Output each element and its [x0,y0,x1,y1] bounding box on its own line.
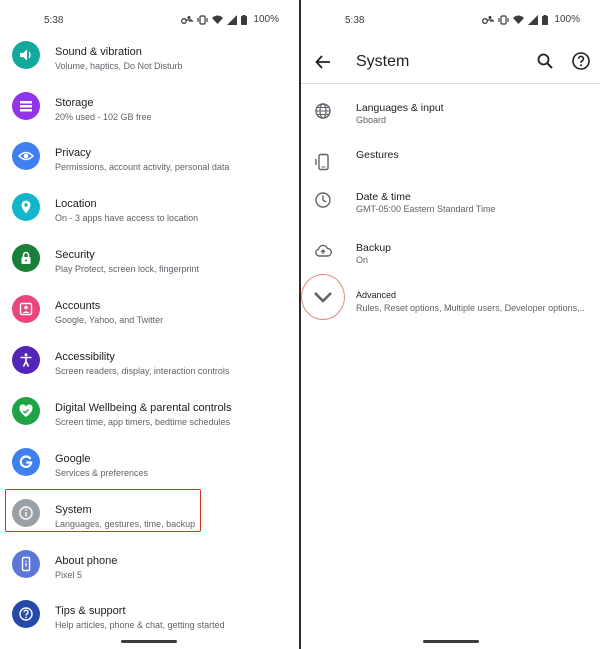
battery-percent: 100% [554,14,580,25]
setting-subtitle: Volume, haptics, Do Not Disturb [55,61,183,71]
system-item-title: Date & time [356,191,411,203]
cell-signal-icon [227,14,238,25]
setting-title: Accessibility [55,351,115,363]
vpn-key-icon [181,15,194,24]
setting-item-google[interactable]: Google Services & preferences [0,440,299,490]
app-bar: System [301,40,600,84]
settings-screen: 5:38 100% Sound & vibration Volume, hapt… [0,0,299,649]
setting-title: Location [55,198,97,210]
status-icons: 100% [482,14,580,25]
system-item-languages-input[interactable]: Languages & input Gboard [301,88,600,138]
globe-icon [313,101,333,121]
setting-title: Digital Wellbeing & parental controls [55,402,232,414]
setting-item-tips-support[interactable]: Tips & support Help articles, phone & ch… [0,592,299,642]
setting-subtitle: 20% used - 102 GB free [55,112,152,122]
setting-item-accounts[interactable]: Accounts Google, Yahoo, and Twitter [0,287,299,337]
setting-title: Sound & vibration [55,46,142,58]
setting-title: About phone [55,555,118,567]
setting-item-security[interactable]: Security Play Protect, screen lock, fing… [0,236,299,286]
wifi-icon [212,15,224,24]
setting-item-sound-vibration[interactable]: Sound & vibration Volume, haptics, Do No… [0,33,299,83]
battery-icon [542,14,549,25]
location-pin-icon [12,193,40,221]
help-icon [12,600,40,628]
cell-signal-icon [528,14,539,25]
setting-subtitle: Screen time, app timers, bedtime schedul… [55,417,231,427]
help-icon[interactable] [571,51,591,71]
setting-subtitle: Services & preferences [55,468,149,478]
wellbeing-heart-icon [12,397,40,425]
account-icon [12,295,40,323]
setting-subtitle: Permissions, account activity, personal … [55,162,230,172]
setting-item-about-phone[interactable]: About phone Pixel 5 [0,542,299,592]
setting-subtitle: Google, Yahoo, and Twitter [55,315,164,325]
phone-icon [12,550,40,578]
vibrate-icon [498,14,510,25]
page-title: System [356,53,410,70]
system-item-title: Advanced [356,290,397,300]
search-icon[interactable] [536,52,554,70]
setting-item-privacy[interactable]: Privacy Permissions, account activity, p… [0,134,299,184]
volume-icon [12,41,40,69]
setting-subtitle: Play Protect, screen lock, fingerprint [55,264,200,274]
setting-title: Accounts [55,300,101,312]
battery-icon [241,14,248,25]
wifi-icon [513,15,525,24]
setting-subtitle: Pixel 5 [55,570,83,580]
setting-title: Privacy [55,147,92,159]
system-item-subtitle: Rules, Reset options, Multiple users, De… [356,303,585,313]
setting-item-storage[interactable]: Storage 20% used - 102 GB free [0,84,299,134]
setting-item-digital-wellbeing[interactable]: Digital Wellbeing & parental controls Sc… [0,389,299,439]
system-highlight-box [5,489,201,532]
gesture-nav-handle[interactable] [121,640,177,643]
setting-item-location[interactable]: Location On - 3 apps have access to loca… [0,185,299,235]
system-screen: 5:38 100% System Languages & input Gboar… [301,0,600,649]
system-item-subtitle: GMT-05:00 Eastern Standard Time [356,204,496,214]
eye-icon [12,142,40,170]
setting-title: Storage [55,97,94,109]
vpn-key-icon [482,15,495,24]
status-icons: 100% [181,14,279,25]
status-time: 5:38 [345,15,365,26]
status-bar: 5:38 100% [301,0,600,40]
phone-gesture-icon [313,152,333,172]
system-item-title: Backup [356,242,392,254]
cloud-upload-icon [313,241,333,261]
accessibility-icon [12,346,40,374]
vibrate-icon [197,14,209,25]
setting-subtitle: Screen readers, display, interaction con… [55,366,230,376]
gesture-nav-handle[interactable] [423,640,479,643]
status-time: 5:38 [44,15,64,26]
system-item-backup[interactable]: Backup On [301,228,600,278]
setting-item-accessibility[interactable]: Accessibility Screen readers, display, i… [0,338,299,388]
system-item-title: Gestures [356,149,399,161]
back-arrow-icon[interactable] [313,52,333,72]
system-item-advanced[interactable]: Advanced Rules, Reset options, Multiple … [301,276,600,326]
system-item-subtitle: Gboard [356,115,387,125]
setting-subtitle: On - 3 apps have access to location [55,213,199,223]
system-item-subtitle: On [356,255,369,265]
google-g-icon [12,448,40,476]
clock-icon [313,190,333,210]
setting-title: Security [55,249,95,261]
setting-subtitle: Help articles, phone & chat, getting sta… [55,620,225,630]
system-item-title: Languages & input [356,102,444,114]
lock-icon [12,244,40,272]
system-item-date-time[interactable]: Date & time GMT-05:00 Eastern Standard T… [301,177,600,227]
battery-percent: 100% [253,14,279,25]
setting-title: Tips & support [55,605,126,617]
storage-icon [12,92,40,120]
setting-title: Google [55,453,91,465]
